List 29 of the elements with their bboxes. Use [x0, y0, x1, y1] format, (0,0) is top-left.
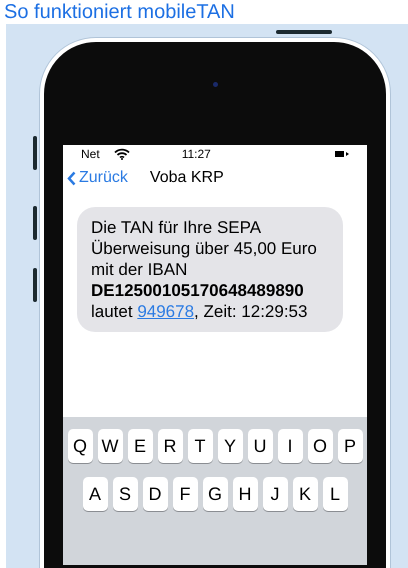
page-title: So funktioniert mobileTAN — [3, 0, 236, 24]
keyboard-key[interactable]: U — [248, 429, 272, 463]
keyboard-key[interactable]: P — [338, 429, 362, 463]
keyboard-key[interactable]: L — [322, 477, 348, 511]
keyboard-key[interactable]: K — [292, 477, 318, 511]
keyboard-key[interactable]: Y — [218, 429, 242, 463]
keyboard-key[interactable]: E — [128, 429, 152, 463]
keyboard-key[interactable]: T — [188, 429, 212, 463]
clock-time: 11:27 — [182, 146, 211, 163]
keyboard-key[interactable]: R — [158, 429, 182, 463]
keyboard-key[interactable]: W — [98, 429, 122, 463]
keyboard-key[interactable]: F — [172, 477, 198, 511]
carrier-label: Net — [81, 146, 100, 163]
chevron-left-icon — [67, 170, 76, 186]
keyboard-key[interactable]: H — [232, 477, 258, 511]
wifi-icon — [114, 148, 130, 160]
keyboard-key[interactable]: I — [278, 429, 302, 463]
message-text: Die TAN für Ihre SEPA Überweisung über 45,00 Euro mit der IBAN DE12500105170648489890 lautet 949678, Zeit: 12:29:53 — [91, 217, 318, 322]
back-button[interactable]: Zurück — [67, 166, 128, 190]
keyboard-key[interactable]: O — [308, 429, 332, 463]
conversation-title: Voba KRP — [150, 168, 224, 188]
camera-icon — [212, 82, 218, 87]
battery-icon — [335, 150, 349, 158]
keyboard-key[interactable]: Q — [68, 429, 92, 463]
keyboard-key[interactable]: S — [112, 477, 138, 511]
keyboard-key[interactable]: G — [202, 477, 228, 511]
keyboard-key[interactable]: A — [82, 477, 108, 511]
keyboard-key[interactable]: J — [262, 477, 288, 511]
keyboard-key[interactable]: D — [142, 477, 168, 511]
